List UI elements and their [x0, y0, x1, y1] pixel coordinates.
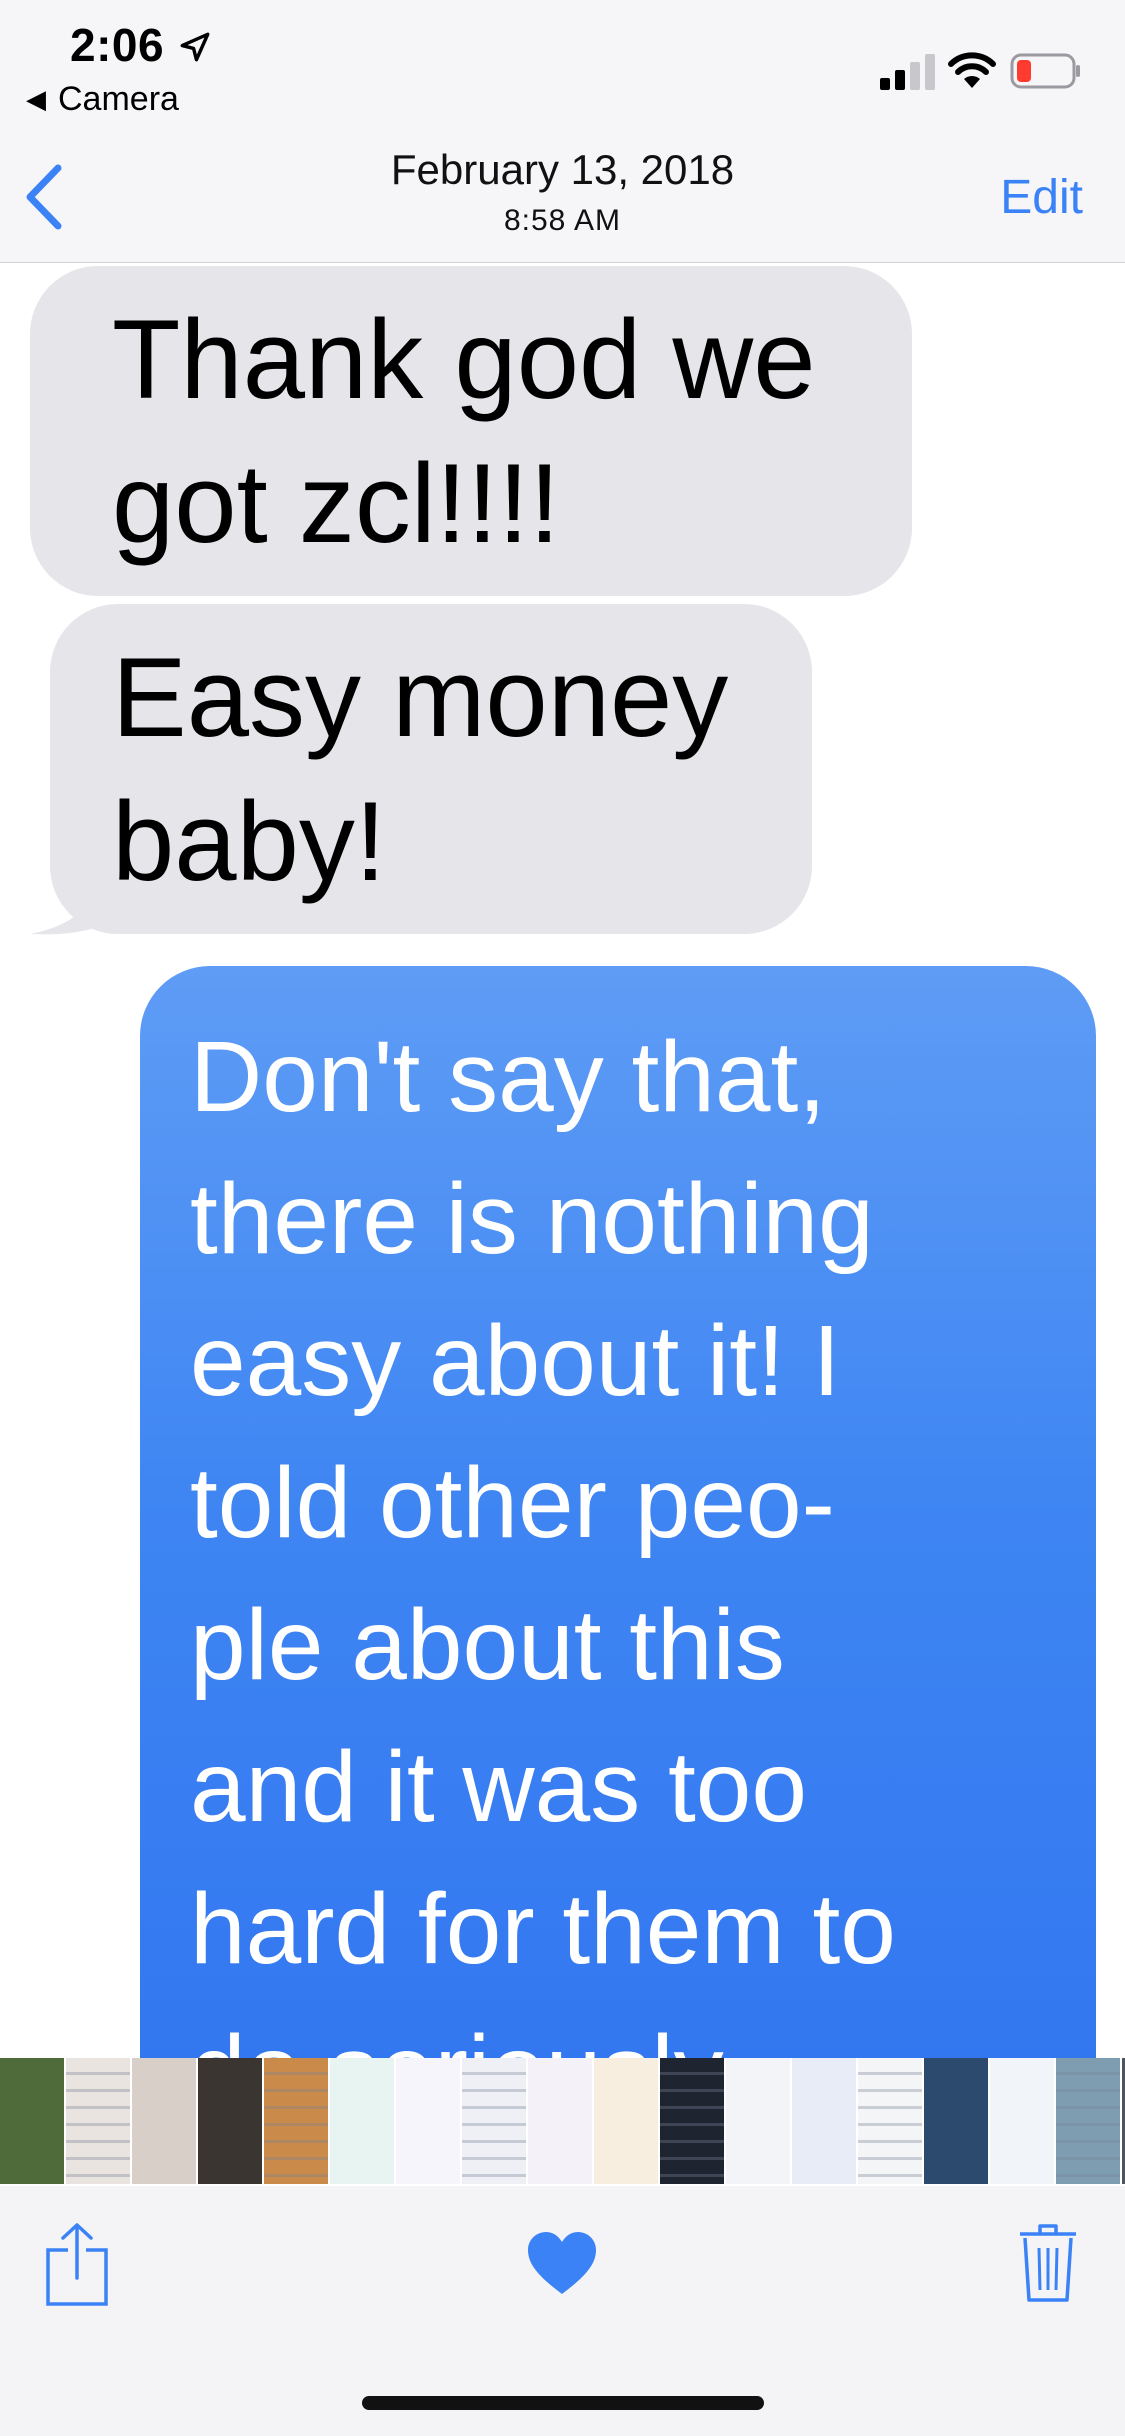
- home-indicator[interactable]: [362, 2396, 764, 2410]
- back-to-app-link[interactable]: ◀ Camera: [26, 80, 179, 119]
- photo-thumbnail[interactable]: [1056, 2058, 1120, 2184]
- message-line: told other peo-: [190, 1447, 835, 1559]
- cellular-signal-icon: [880, 54, 935, 90]
- message-line: easy about it! I: [190, 1305, 841, 1417]
- photo-thumbnail[interactable]: [792, 2058, 856, 2184]
- photo-thumbnail[interactable]: [528, 2058, 592, 2184]
- photo-thumbnail[interactable]: [858, 2058, 922, 2184]
- photo-thumbnail[interactable]: [660, 2058, 724, 2184]
- photo-thumbnail[interactable]: [924, 2058, 988, 2184]
- battery-icon: [1010, 53, 1080, 89]
- back-triangle-icon: ◀: [26, 84, 46, 114]
- photo-thumbnail[interactable]: [198, 2058, 262, 2184]
- photo-thumbnail[interactable]: [0, 2058, 64, 2184]
- message-line: and it was too: [190, 1731, 808, 1843]
- photo-thumbnail-strip[interactable]: [0, 2058, 1125, 2186]
- photo-thumbnail[interactable]: [594, 2058, 658, 2184]
- navigation-bar: February 13, 2018 8:58 AM Edit: [0, 132, 1125, 263]
- edit-button[interactable]: Edit: [1000, 170, 1083, 225]
- incoming-message-bubble: Easy money baby!: [50, 604, 812, 934]
- trash-icon[interactable]: [1018, 2222, 1078, 2304]
- message-line: there is nothing: [190, 1163, 874, 1275]
- message-line: do seriously: [190, 2000, 1070, 2066]
- status-bar: 2:06 ◀ Camera: [0, 0, 1125, 132]
- message-line: got zcl!!!!: [112, 441, 561, 566]
- message-line: Easy money: [112, 635, 729, 760]
- photo-time: 8:58 AM: [503, 204, 622, 237]
- back-app-label: Camera: [58, 80, 179, 118]
- wifi-icon: [948, 52, 996, 88]
- bubble-tail: [30, 880, 120, 935]
- photo-thumbnail[interactable]: [990, 2058, 1054, 2184]
- photo-date: February 13, 2018: [390, 146, 735, 193]
- photo-thumbnail[interactable]: [330, 2058, 394, 2184]
- message-line: hard for them to: [190, 1873, 896, 1985]
- incoming-message-bubble: Thank god we got zcl!!!!: [30, 266, 912, 596]
- status-time: 2:06: [70, 19, 165, 71]
- photo-thumbnail[interactable]: [396, 2058, 460, 2184]
- photo-thumbnail[interactable]: [264, 2058, 328, 2184]
- photo-thumbnail[interactable]: [66, 2058, 130, 2184]
- message-line: ple about this: [190, 1589, 785, 1701]
- location-arrow-icon: [180, 32, 210, 62]
- share-icon[interactable]: [44, 2222, 110, 2308]
- photo-thumbnail[interactable]: [132, 2058, 196, 2184]
- message-line: baby!: [112, 779, 386, 904]
- photo-thumbnail[interactable]: [726, 2058, 790, 2184]
- message-line: Thank god we: [112, 297, 816, 422]
- photo-thumbnail[interactable]: [462, 2058, 526, 2184]
- outgoing-message-bubble: Don't say that, there is nothing easy ab…: [140, 966, 1096, 2066]
- heart-icon[interactable]: [526, 2230, 598, 2296]
- message-line: Don't say that,: [190, 1021, 827, 1133]
